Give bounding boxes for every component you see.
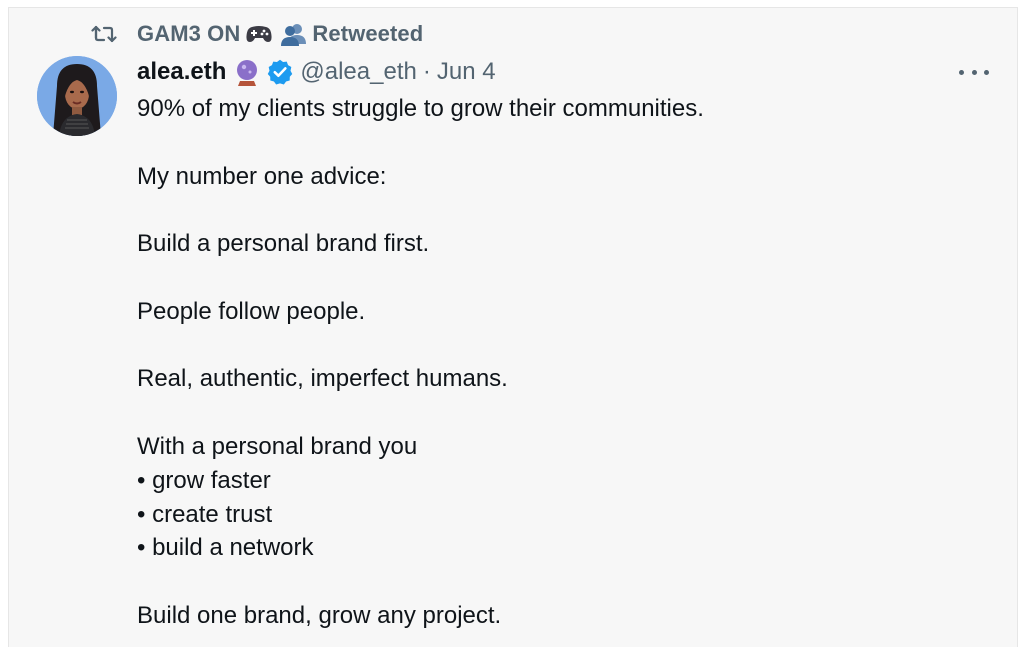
tweet-line-break [137, 126, 977, 160]
tweet-line: Build a personal brand first. [137, 230, 430, 258]
tweet-line: Real, authentic, imperfect humans. [137, 365, 508, 393]
retweeter-name[interactable]: GAM3 ON [137, 21, 240, 47]
avatar-image [37, 56, 117, 136]
retweet-icon [91, 25, 117, 43]
tweet-line: My number one advice: [137, 162, 387, 190]
game-controller-icon [246, 26, 272, 42]
tweet-header: alea.eth @alea_eth · Jun 4 [137, 56, 496, 88]
verified-badge-icon[interactable] [266, 58, 294, 86]
tweet-line: Build one brand, grow any project. [137, 601, 502, 629]
busts-in-silhouette-icon [281, 24, 307, 46]
more-dot [971, 69, 977, 75]
more-options-icon[interactable] [959, 64, 989, 80]
tweet-bullet: • create trust [137, 500, 273, 528]
retweet-context: GAM3 ON Retweeted [91, 20, 423, 48]
avatar[interactable] [37, 56, 117, 136]
header-separator: · [422, 58, 431, 85]
retweeted-label: Retweeted [312, 21, 424, 46]
author-display-name[interactable]: alea.eth [137, 58, 226, 86]
tweet-bullet: • grow faster [137, 466, 271, 494]
tweet-line-break [137, 193, 977, 227]
tweet-line-break [137, 396, 977, 430]
tweet-date[interactable]: Jun 4 [437, 58, 496, 86]
tweet-line-break [137, 261, 977, 295]
tweet-line-break [137, 565, 977, 599]
tweet-card[interactable]: GAM3 ON Retweeted alea.eth @alea_eth · J… [8, 7, 1018, 647]
tweet-line: 90% of my clients struggle to grow their… [137, 95, 704, 122]
tweet-body: 90% of my clients struggle to grow their… [137, 92, 977, 633]
more-dot [959, 69, 964, 75]
tweet-line: With a personal brand you [137, 432, 418, 460]
tweet-line: People follow people. [137, 297, 366, 325]
crystal-ball-icon [237, 60, 258, 86]
author-handle[interactable]: @alea_eth [300, 58, 416, 86]
tweet-line-break [137, 329, 977, 363]
tweet-bullet: • build a network [137, 534, 314, 562]
more-dot [984, 69, 989, 75]
